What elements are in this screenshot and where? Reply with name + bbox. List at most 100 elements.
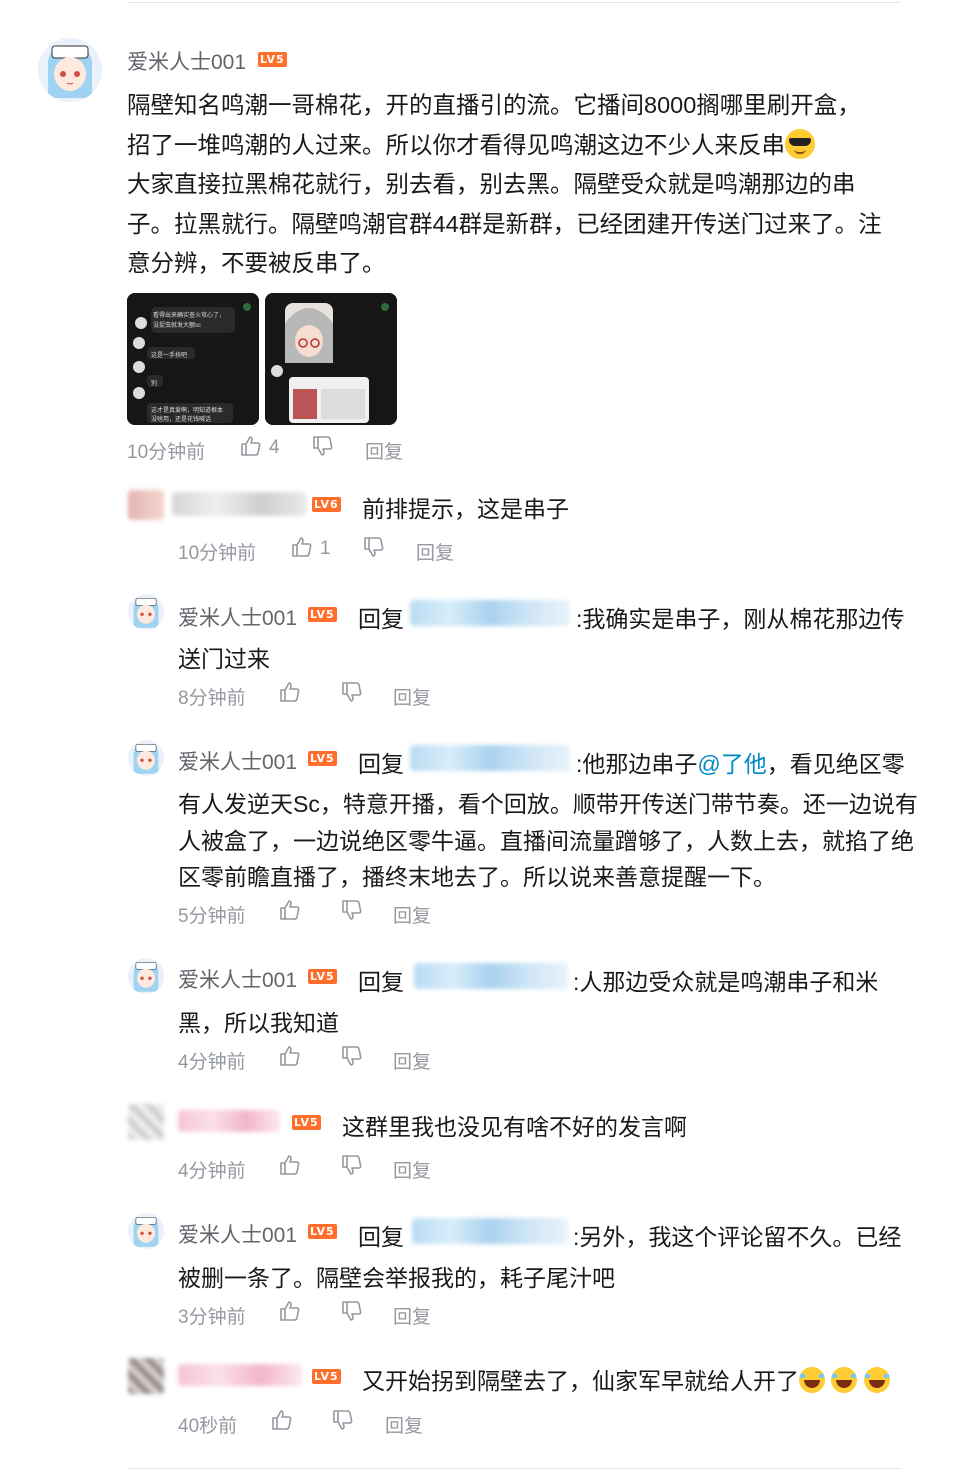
reply-text: 又开始拐到隔壁去了，仙家军早就给人开了 <box>362 1362 890 1396</box>
thumb-text: 没捉虫就发大额sc <box>153 323 202 329</box>
timestamp: 4分钟前 <box>178 1052 246 1073</box>
username[interactable]: 爱米人士001 <box>127 46 246 76</box>
thumb-up-icon[interactable] <box>278 1153 302 1177</box>
like-count: 4 <box>269 437 280 458</box>
reply-button[interactable]: 回复 <box>416 538 454 565</box>
thumb-text: 没啥用，还是花钱喊话 <box>151 417 212 423</box>
anime-avatar-icon <box>128 958 164 994</box>
reply-text: :他那边串子@了他，看见绝区零 <box>576 751 905 777</box>
comment-meta: 10分钟前 4 回复 <box>127 434 527 464</box>
reply-text: 黑，所以我知道 <box>178 1010 339 1036</box>
level-badge: LV6 <box>312 497 341 512</box>
thumb-text: 别 <box>151 381 158 387</box>
thumb-down-icon[interactable] <box>340 1153 364 1177</box>
avatar[interactable] <box>128 490 164 520</box>
username[interactable]: 爱米人士001 <box>178 964 297 994</box>
timestamp: 3分钟前 <box>178 1307 246 1328</box>
image-thumbnail-1[interactable]: 看得出来确实查火攻心了， 没捉虫就发大额sc 这是一手抉吧 别 这才是真爱啊，明… <box>127 293 259 425</box>
reply-meta: 5分钟前 回复 <box>178 898 578 928</box>
comment-line: 招了一堆鸣潮的人过来。所以你才看得见鸣潮这边不少人来反串 <box>127 126 907 166</box>
reply-button[interactable]: 回复 <box>393 1156 431 1183</box>
timestamp: 10分钟前 <box>127 442 206 463</box>
thumb-down-icon[interactable] <box>311 434 335 458</box>
laughing-tears-emoji-icon <box>863 1367 890 1393</box>
avatar[interactable] <box>38 38 102 102</box>
mention-link[interactable]: @了他 <box>697 751 766 777</box>
blurred-mention[interactable] <box>410 745 570 771</box>
reply-text: :另外，我这个评论留不久。已经 <box>573 1224 902 1250</box>
level-badge: LV5 <box>308 969 337 984</box>
thumb-up-icon[interactable] <box>278 1044 302 1068</box>
timestamp: 4分钟前 <box>178 1161 246 1182</box>
reply-text: 区零前瞻直播了，播终末地去了。所以说来善意提醒一下。 <box>178 864 776 890</box>
thumb-text: 看得出来确实查火攻心了， <box>153 313 226 319</box>
thumb-up-icon[interactable] <box>239 434 263 458</box>
blurred-mention[interactable] <box>414 963 568 989</box>
avatar[interactable] <box>128 1104 164 1140</box>
level-badge: LV5 <box>308 751 337 766</box>
level-badge: LV5 <box>308 1224 337 1239</box>
thumb-down-icon[interactable] <box>340 1044 364 1068</box>
reply-button[interactable]: 回复 <box>393 901 431 928</box>
reply-text: :我确实是串子，刚从棉花那边传 <box>576 606 905 632</box>
blurred-username <box>178 1364 302 1386</box>
level-badge: LV5 <box>312 1369 341 1384</box>
laughing-tears-emoji-icon <box>831 1367 858 1393</box>
reply-text: 人被盒了，一边说绝区零牛逼。直播间流量蹭够了，人数上去，就掐了绝 <box>178 828 914 854</box>
reply-text: 前排提示，这是串子 <box>362 496 569 522</box>
reply-button[interactable]: 回复 <box>365 437 403 464</box>
timestamp: 8分钟前 <box>178 688 246 709</box>
username[interactable]: 爱米人士001 <box>178 602 297 632</box>
thumb-up-icon[interactable] <box>290 535 314 559</box>
thumb-text: 这才是真爱啊，明知道根本 <box>151 408 224 414</box>
thumb-down-icon[interactable] <box>331 1408 355 1432</box>
blurred-username <box>172 492 306 516</box>
cool-sunglasses-emoji-icon <box>785 128 815 159</box>
thumb-down-icon[interactable] <box>340 680 364 704</box>
thumb-up-icon[interactable] <box>270 1408 294 1432</box>
blurred-mention[interactable] <box>410 600 570 626</box>
avatar[interactable] <box>128 1213 164 1249</box>
comment-text: 隔壁知名鸣潮一哥棉花，开的直播引的流。它播间8000搁哪里刷开盒， 招了一堆鸣潮… <box>127 86 907 284</box>
thumb-up-icon[interactable] <box>278 680 302 704</box>
reply-button[interactable]: 回复 <box>393 1047 431 1074</box>
thumb-up-icon[interactable] <box>278 898 302 922</box>
comment-line: 意分辨，不要被反串了。 <box>127 250 386 276</box>
thumb-down-icon[interactable] <box>362 535 386 559</box>
anime-avatar-icon <box>128 1213 164 1249</box>
reply-meta: 3分钟前 回复 <box>178 1299 578 1329</box>
level-badge: LV5 <box>308 607 337 622</box>
username[interactable]: 爱米人士001 <box>178 1219 297 1249</box>
avatar[interactable] <box>128 958 164 994</box>
thumb-down-icon[interactable] <box>340 1299 364 1323</box>
comment-line: 子。拉黑就行。隔壁鸣潮官群44群是新群，已经团建开传送门过来了。注 <box>127 210 882 237</box>
reply-meta: 4分钟前 回复 <box>178 1044 578 1074</box>
top-divider <box>127 2 900 3</box>
comment-line: 大家直接拉黑棉花就行，别去看，别去黑。隔壁受众就是鸣潮那边的串 <box>127 171 856 197</box>
reply-prefix: 回复 <box>358 751 404 777</box>
avatar[interactable] <box>128 740 164 776</box>
blurred-username <box>178 1110 280 1132</box>
reply-button[interactable]: 回复 <box>385 1411 423 1438</box>
avatar[interactable] <box>128 1358 164 1394</box>
reply-text: 这群里我也没见有啥不好的发言啊 <box>342 1114 687 1140</box>
chat-screenshot-image <box>265 293 397 425</box>
reply-meta: 10分钟前 1 回复 <box>178 535 578 565</box>
reply-button[interactable]: 回复 <box>393 683 431 710</box>
avatar[interactable] <box>128 594 164 630</box>
username[interactable]: 爱米人士001 <box>178 746 297 776</box>
anime-avatar-icon <box>128 594 164 630</box>
image-thumbnail-2[interactable] <box>265 293 397 425</box>
level-badge: LV5 <box>292 1115 321 1130</box>
thumb-up-icon[interactable] <box>278 1299 302 1323</box>
reply-meta: 8分钟前 回复 <box>178 680 578 710</box>
timestamp: 5分钟前 <box>178 906 246 927</box>
reply-button[interactable]: 回复 <box>393 1302 431 1329</box>
laughing-tears-emoji-icon <box>799 1367 825 1393</box>
comment-line: 隔壁知名鸣潮一哥棉花，开的直播引的流。它播间8000搁哪里刷开盒， <box>127 92 861 118</box>
thumb-down-icon[interactable] <box>340 898 364 922</box>
reply-prefix: 回复 <box>358 606 404 632</box>
timestamp: 40秒前 <box>178 1416 238 1437</box>
bottom-divider <box>127 1468 900 1469</box>
blurred-mention[interactable] <box>412 1218 568 1244</box>
